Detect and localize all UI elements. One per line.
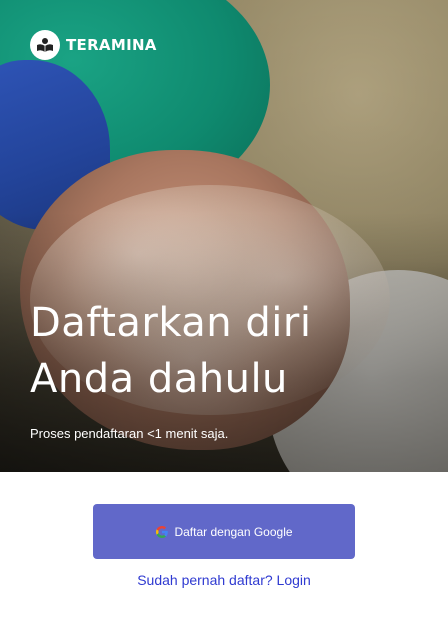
book-reader-icon bbox=[30, 30, 60, 60]
hero-image: TERAMINA Daftarkan diri Anda dahulu Pros… bbox=[0, 0, 448, 472]
page-title-line-2: Anda dahulu bbox=[30, 356, 288, 402]
brand-name: TERAMINA bbox=[66, 36, 157, 54]
page-title: Daftarkan diri Anda dahulu bbox=[30, 295, 311, 407]
brand-logo: TERAMINA bbox=[30, 30, 157, 60]
google-g-icon bbox=[155, 525, 169, 539]
google-signup-label: Daftar dengan Google bbox=[174, 524, 293, 539]
register-screen: TERAMINA Daftarkan diri Anda dahulu Pros… bbox=[0, 0, 448, 622]
login-link[interactable]: Sudah pernah daftar? Login bbox=[0, 572, 448, 588]
google-signup-button[interactable]: Daftar dengan Google bbox=[93, 504, 355, 559]
page-subtitle: Proses pendaftaran <1 menit saja. bbox=[30, 426, 229, 441]
page-title-line-1: Daftarkan diri bbox=[30, 300, 312, 346]
